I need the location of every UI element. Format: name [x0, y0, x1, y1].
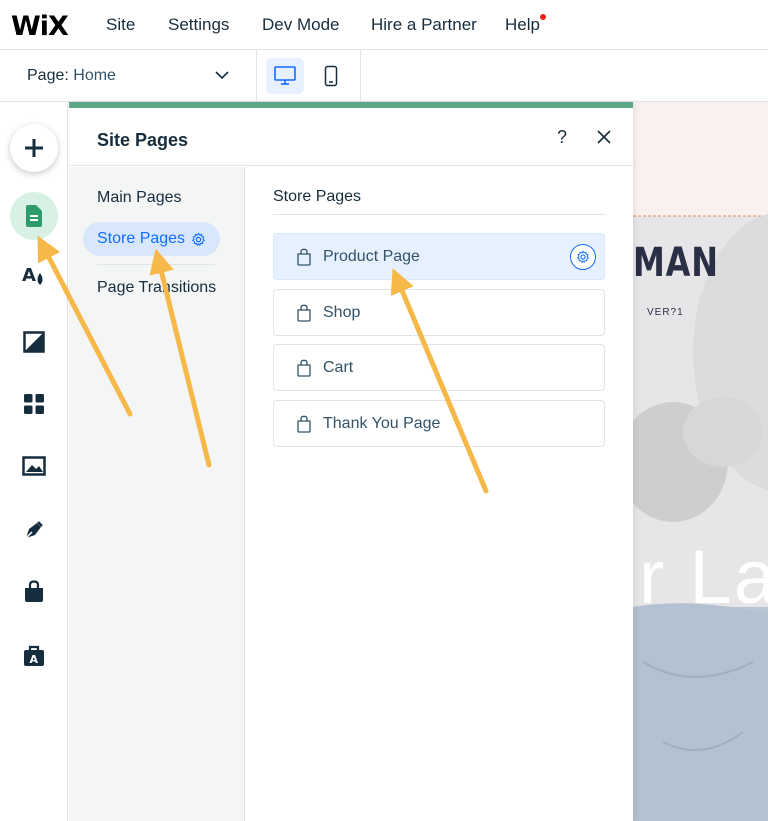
section-title: Store Pages [273, 188, 362, 205]
divider [360, 50, 361, 102]
help-button[interactable]: ? [557, 127, 567, 148]
apps-icon [24, 394, 44, 414]
shopping-bag-icon [297, 359, 311, 377]
canvas-brand-text: MAN [633, 240, 719, 286]
side-item-main-pages[interactable]: Main Pages [97, 189, 182, 207]
shopping-bag-icon [297, 415, 311, 433]
side-item-store-pages-label: Store Pages [97, 230, 186, 247]
media-button[interactable] [12, 444, 56, 488]
desktop-icon [274, 66, 296, 85]
site-canvas[interactable]: MAN VER?1 r La [633, 102, 768, 821]
page-selector[interactable]: Page: Home [27, 67, 116, 85]
chevron-down-icon[interactable] [213, 66, 231, 84]
shopping-bag-icon [297, 304, 311, 322]
svg-text:A: A [22, 265, 36, 286]
menu-dev-mode[interactable]: Dev Mode [262, 15, 339, 35]
divider [273, 214, 605, 215]
page-row-thank-you-page[interactable]: Thank You Page [273, 400, 605, 447]
media-icon [22, 456, 46, 476]
theme-button[interactable]: A [12, 254, 56, 298]
business-app-icon: A [24, 645, 44, 666]
pen-icon [25, 521, 43, 539]
mobile-icon [324, 65, 338, 87]
apps-button[interactable] [12, 382, 56, 426]
pages-icon [26, 205, 42, 227]
theme-icon: A [22, 265, 43, 286]
close-icon[interactable] [595, 128, 613, 146]
panel-header: Site Pages ? [69, 108, 633, 166]
side-item-page-transitions[interactable]: Page Transitions [97, 279, 216, 297]
svg-text:A: A [30, 653, 39, 666]
shopping-bag-icon [25, 580, 43, 602]
blog-button[interactable] [12, 508, 56, 552]
page-bar: Page: Home [0, 50, 768, 102]
store-button[interactable] [12, 570, 56, 614]
page-selector-value: Home [73, 67, 116, 84]
side-item-store-pages[interactable]: Store Pages [83, 222, 221, 256]
divider [256, 50, 257, 102]
add-icon [25, 139, 43, 157]
business-button[interactable]: A [12, 634, 56, 678]
page-row-shop[interactable]: Shop [273, 289, 605, 336]
site-pages-panel: Site Pages ? Main Pages Store Pages Page… [69, 102, 633, 821]
page-selector-key: Page: [27, 67, 69, 84]
canvas-preview-image [633, 102, 768, 821]
page-row-label: Shop [323, 303, 361, 321]
page-row-product-page[interactable]: Product Page [273, 233, 605, 280]
page-row-label: Cart [323, 358, 354, 376]
pages-button[interactable] [10, 192, 58, 240]
top-bar: WiX Site Settings Dev Mode Hire a Partne… [0, 0, 768, 50]
left-toolbar: A A [0, 102, 68, 821]
gear-icon [576, 250, 590, 264]
canvas-headline: r La [639, 535, 768, 620]
divider [97, 264, 215, 265]
background-icon [23, 331, 45, 353]
mobile-view-button[interactable] [312, 58, 350, 94]
page-row-label: Thank You Page [323, 414, 441, 432]
shopping-bag-icon [297, 248, 311, 266]
menu-hire-a-partner[interactable]: Hire a Partner [371, 15, 477, 35]
help-notification-dot [540, 14, 546, 20]
canvas-sub-text: VER?1 [647, 307, 684, 318]
gear-icon[interactable] [191, 232, 206, 247]
menu-help[interactable]: Help [505, 15, 540, 35]
background-button[interactable] [12, 320, 56, 364]
wix-logo[interactable]: WiX [11, 11, 69, 42]
page-row-label: Product Page [323, 247, 420, 265]
desktop-view-button[interactable] [266, 58, 304, 94]
page-row-cart[interactable]: Cart [273, 344, 605, 391]
menu-settings[interactable]: Settings [168, 15, 229, 35]
panel-title: Site Pages [97, 130, 189, 150]
menu-site[interactable]: Site [106, 15, 135, 35]
add-elements-button[interactable] [10, 124, 58, 172]
page-settings-button[interactable] [570, 244, 596, 270]
panel-side-nav: Main Pages Store Pages Page Transitions [69, 167, 245, 821]
